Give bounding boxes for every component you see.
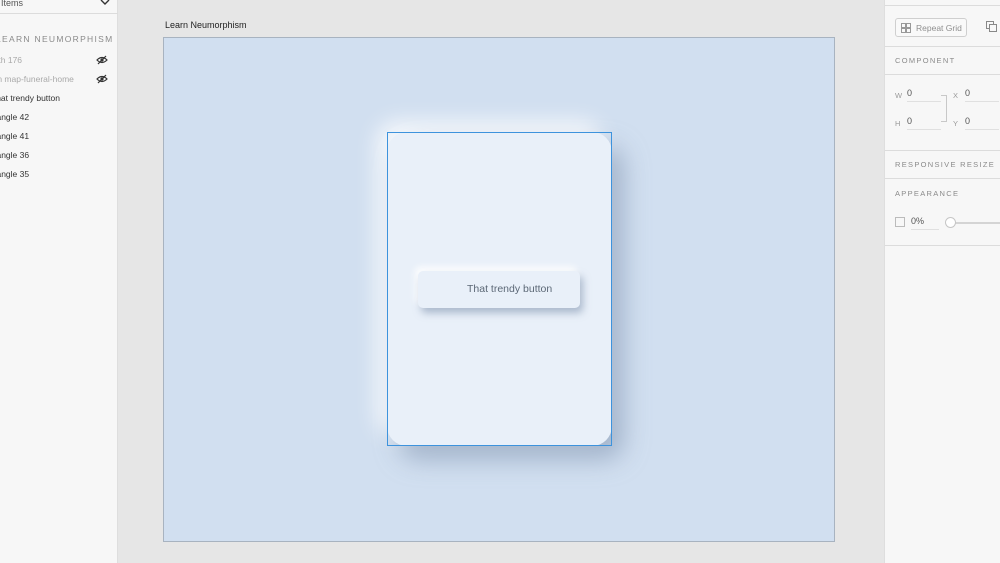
divider — [885, 178, 1000, 179]
layer-item-label: That trendy button — [0, 93, 60, 103]
y-label: Y — [953, 119, 959, 128]
layer-item-rectangle-42[interactable]: Rectangle 42 — [0, 109, 118, 128]
responsive-resize-label[interactable]: RESPONSIVE RESIZE — [895, 160, 995, 169]
width-input[interactable]: 0 — [907, 88, 941, 102]
eye-hidden-icon[interactable] — [96, 55, 108, 65]
layers-filter-label: Items — [1, 0, 24, 8]
divider — [885, 150, 1000, 151]
component-section-label[interactable]: COMPONENT — [895, 56, 955, 65]
layer-item-rectangle-36[interactable]: Rectangle 36 — [0, 147, 118, 166]
layer-item-label: Path 176 — [0, 55, 23, 65]
layer-item-label: Rectangle 35 — [0, 169, 30, 179]
layer-item-label: Rectangle 41 — [0, 131, 30, 141]
layer-item-that-trendy-button[interactable]: That trendy button — [0, 90, 118, 109]
trendy-button[interactable]: That trendy button — [418, 271, 580, 308]
repeat-grid-button[interactable]: Repeat Grid — [895, 18, 967, 37]
artboard-title[interactable]: Learn Neumorphism — [165, 20, 247, 30]
width-label: W — [895, 91, 903, 100]
layers-filter-dropdown[interactable]: Items — [0, 0, 118, 14]
eye-hidden-icon[interactable] — [96, 74, 108, 84]
y-input[interactable]: 0 — [965, 116, 999, 130]
divider — [885, 46, 1000, 47]
grid-icon — [901, 23, 911, 33]
divider — [885, 245, 1000, 246]
chevron-down-icon — [100, 0, 110, 5]
opacity-slider-handle[interactable] — [945, 217, 956, 228]
layer-item-rectangle-35[interactable]: Rectangle 35 — [0, 166, 118, 185]
layer-item-label: Rectangle 42 — [0, 112, 30, 122]
opacity-icon — [895, 217, 905, 227]
property-inspector: Repeat Grid COMPONENT W 0 X 0 H 0 Y 0 RE… — [884, 0, 1000, 563]
copy-icon[interactable] — [986, 21, 997, 32]
layer-item-icon-map-funeral-home[interactable]: Icon map-funeral-home — [0, 71, 118, 90]
aspect-lock-icon[interactable] — [941, 95, 947, 122]
opacity-input[interactable]: 0% — [911, 216, 939, 230]
layer-item-rectangle-41[interactable]: Rectangle 41 — [0, 128, 118, 147]
opacity-slider-track[interactable] — [950, 222, 1000, 224]
appearance-section-label[interactable]: APPEARANCE — [895, 189, 959, 198]
divider — [885, 74, 1000, 75]
artboard[interactable]: That trendy button — [163, 37, 835, 542]
layer-item-path-176[interactable]: Path 176 — [0, 52, 118, 71]
x-input[interactable]: 0 — [965, 88, 999, 102]
repeat-grid-label: Repeat Grid — [916, 23, 962, 33]
layer-group-label[interactable]: LEARN NEUMORPHISM — [0, 34, 114, 44]
height-input[interactable]: 0 — [907, 116, 941, 130]
layer-item-label: Icon map-funeral-home — [0, 74, 74, 84]
height-label: H — [895, 119, 901, 128]
x-label: X — [953, 91, 959, 100]
trendy-button-label: That trendy button — [467, 283, 553, 295]
inspector-toolbar — [885, 0, 1000, 6]
layers-panel: Items LEARN NEUMORPHISM Path 176 Icon ma… — [0, 0, 118, 563]
layer-item-label: Rectangle 36 — [0, 150, 30, 160]
